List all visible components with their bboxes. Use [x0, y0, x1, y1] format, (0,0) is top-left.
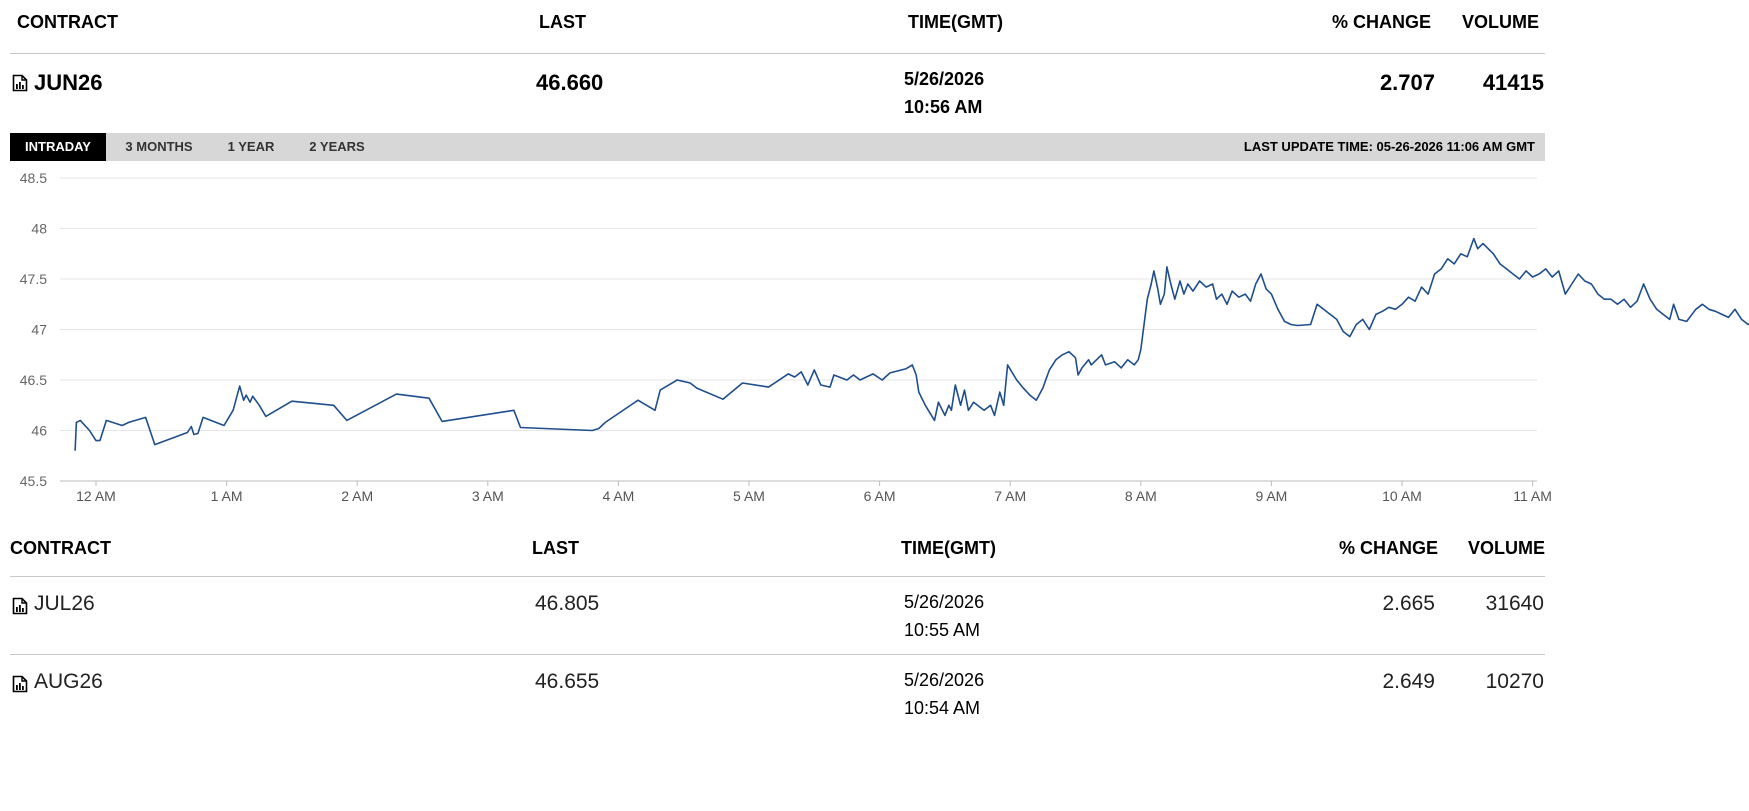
x-tick-label: 10 AM: [1382, 488, 1422, 504]
x-tick-label: 11 AM: [1513, 488, 1552, 504]
contract-time: 10:55 AM: [904, 620, 981, 640]
x-tick-label: 2 AM: [341, 488, 373, 504]
chart-range-tabbar: INTRADAY 3 MONTHS 1 YEAR 2 YEARS LAST UP…: [10, 133, 1545, 161]
main-contract-name[interactable]: JUN26: [34, 70, 102, 96]
x-tick-label: 6 AM: [864, 488, 896, 504]
header-change: % CHANGE: [1331, 12, 1431, 32]
tab-1-year[interactable]: 1 YEAR: [218, 133, 284, 161]
contract-last: 46.655: [535, 670, 600, 693]
document-chart-icon[interactable]: [12, 74, 28, 92]
tab-3-months[interactable]: 3 MONTHS: [114, 133, 204, 161]
contract-last: 46.805: [535, 592, 600, 615]
y-tick-label: 48.5: [20, 170, 47, 186]
main-contract-change: 2.707: [1379, 70, 1435, 95]
y-tick-label: 47: [31, 322, 47, 338]
header-last: LAST: [539, 12, 586, 32]
contract-change: 2.649: [1382, 670, 1435, 693]
table-header-time: TIME(GMT): [901, 538, 996, 558]
header-time: TIME(GMT): [908, 12, 1003, 32]
header-contract: CONTRACT: [17, 12, 118, 32]
header-divider: [10, 53, 1545, 54]
main-contract-date: 5/26/2026: [904, 69, 985, 89]
price-series-line: [74, 237, 1749, 451]
main-contract-last: 46.660: [536, 70, 604, 95]
tab-2-years[interactable]: 2 YEARS: [298, 133, 376, 161]
row-divider: [10, 654, 1545, 655]
table-header-change: % CHANGE: [1338, 538, 1438, 558]
x-tick-label: 3 AM: [472, 488, 504, 504]
y-tick-label: 47.5: [20, 271, 47, 287]
last-update-time: LAST UPDATE TIME: 05-26-2026 11:06 AM GM…: [1243, 139, 1535, 154]
contract-name[interactable]: JUL26: [34, 592, 95, 616]
contract-date: 5/26/2026: [904, 670, 985, 690]
document-chart-icon[interactable]: [12, 597, 28, 615]
contract-volume: 10270: [1485, 670, 1544, 693]
contract-name[interactable]: AUG26: [34, 670, 103, 694]
y-tick-label: 45.5: [20, 473, 47, 489]
table-header-last: LAST: [532, 538, 579, 558]
table-header-volume: VOLUME: [1467, 538, 1545, 558]
contract-date: 5/26/2026: [904, 592, 985, 612]
x-tick-label: 1 AM: [211, 488, 243, 504]
main-contract-time: 10:56 AM: [904, 97, 983, 117]
contract-change: 2.665: [1382, 592, 1435, 615]
document-chart-icon[interactable]: [12, 675, 28, 693]
x-tick-label: 7 AM: [994, 488, 1026, 504]
x-tick-label: 9 AM: [1255, 488, 1287, 504]
y-tick-label: 48: [31, 221, 47, 237]
table-header-contract: CONTRACT: [10, 538, 111, 558]
x-tick-label: 8 AM: [1125, 488, 1157, 504]
x-tick-label: 4 AM: [602, 488, 634, 504]
contract-time: 10:54 AM: [904, 698, 981, 718]
x-tick-label: 12 AM: [76, 488, 116, 504]
table-header-divider: [10, 576, 1545, 577]
x-tick-label: 5 AM: [733, 488, 765, 504]
header-volume: VOLUME: [1461, 12, 1539, 32]
intraday-price-chart[interactable]: 48.5 48 47.5 47 46.5 46 45.5 12 AM 1 AM 2 AM 3 AM…: [0, 165, 1749, 510]
tab-intraday[interactable]: INTRADAY: [10, 133, 106, 161]
contract-volume: 31640: [1485, 592, 1544, 615]
y-tick-label: 46: [31, 423, 47, 439]
main-contract-volume: 41415: [1482, 70, 1544, 95]
y-tick-label: 46.5: [20, 372, 47, 388]
